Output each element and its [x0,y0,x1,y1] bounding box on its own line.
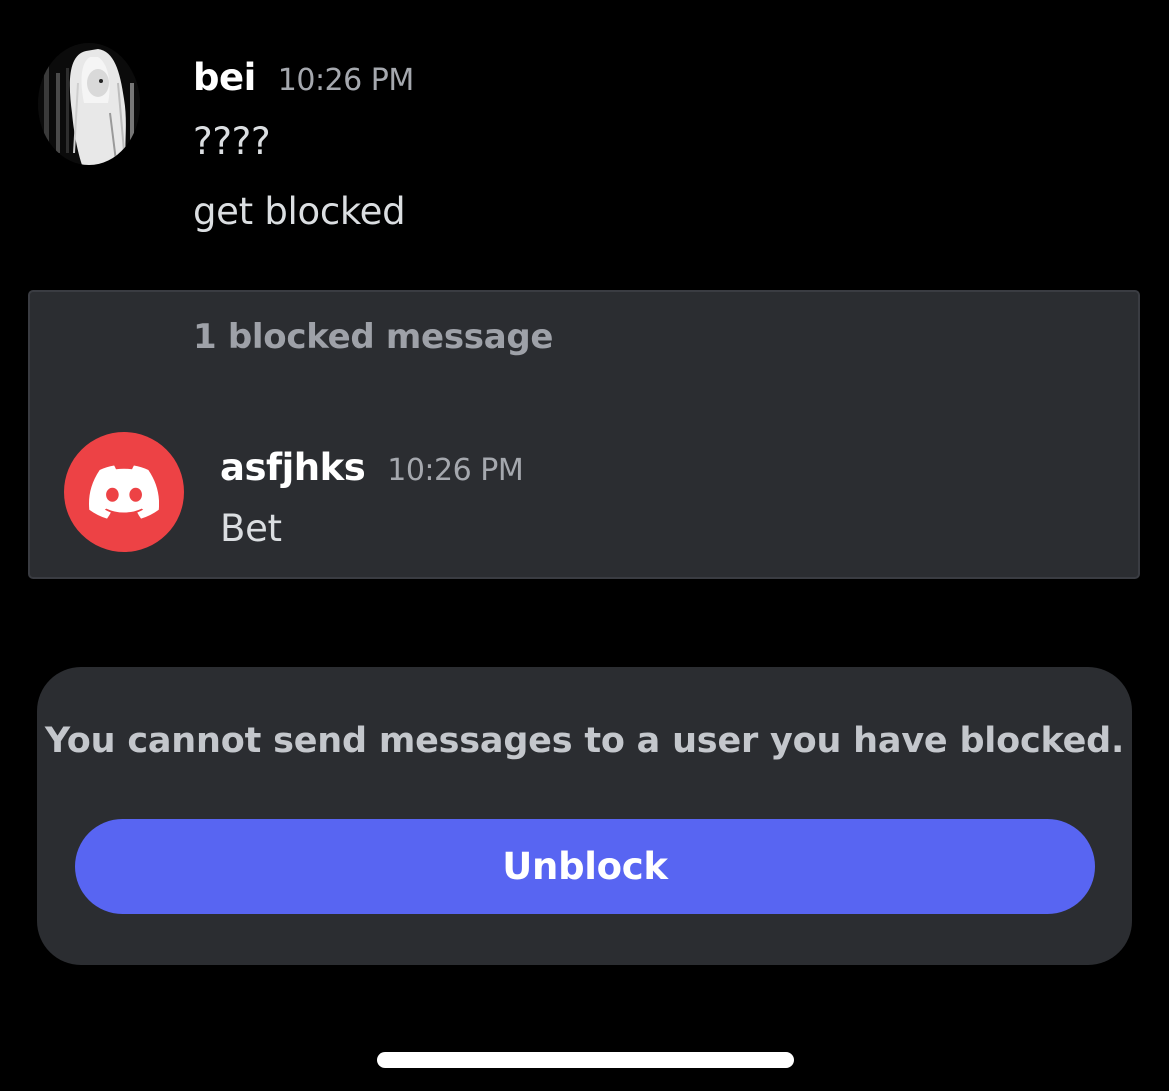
blocked-user-avatar[interactable] [64,432,184,552]
anime-girl-avatar-icon [38,43,140,165]
message-header: bei 10:26 PM [193,56,414,99]
user-avatar-bei[interactable] [38,43,140,165]
home-indicator[interactable] [377,1052,794,1068]
blocked-message-text: Bet [220,507,282,550]
discord-logo-icon [89,465,159,519]
blocked-message-author[interactable]: asfjhks [220,446,366,489]
blocked-messages-panel[interactable]: 1 blocked message asfjhks 10:26 PM Bet [28,290,1140,579]
message-text: ???? [193,120,271,163]
message-author[interactable]: bei [193,56,256,99]
blocked-notice-card: You cannot send messages to a user you h… [37,667,1132,965]
message-timestamp: 10:26 PM [277,63,414,98]
blocked-message-header: asfjhks 10:26 PM [220,446,524,489]
message-text: get blocked [193,190,406,233]
unblock-button[interactable]: Unblock [75,819,1095,914]
blocked-messages-toggle[interactable]: 1 blocked message [193,317,553,357]
dm-chat-screen: bei 10:26 PM ???? get blocked 1 blocked m… [0,0,1169,1091]
blocked-message-timestamp: 10:26 PM [387,453,524,488]
blocked-notice-text: You cannot send messages to a user you h… [44,721,1125,761]
